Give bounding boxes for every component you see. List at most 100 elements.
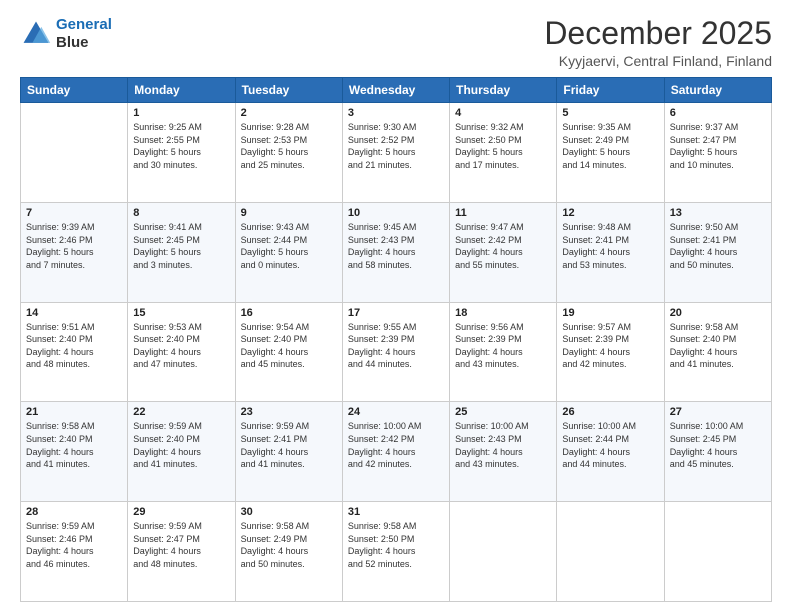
- calendar-cell: 26 Sunrise: 10:00 AM Sunset: 2:44 PM Dayl…: [557, 402, 664, 502]
- calendar-cell: 3 Sunrise: 9:30 AM Sunset: 2:52 PM Daylig…: [342, 103, 449, 203]
- calendar-cell: 18 Sunrise: 9:56 AM Sunset: 2:39 PM Dayli…: [450, 302, 557, 402]
- calendar-cell: 19Sunrise: 9:57 AM Sunset: 2:39 PM Dayli…: [557, 302, 664, 402]
- calendar-cell: 8 Sunrise: 9:41 AM Sunset: 2:45 PM Daylig…: [128, 202, 235, 302]
- weekday-header-cell: Sunday: [21, 78, 128, 103]
- calendar-cell: 29Sunrise: 9:59 AM Sunset: 2:47 PM Dayli…: [128, 502, 235, 602]
- calendar-cell: 20 Sunrise: 9:58 AM Sunset: 2:40 PM Dayli…: [664, 302, 771, 402]
- calendar-cell: 1 Sunrise: 9:25 AM Sunset: 2:55 PM Daylig…: [128, 103, 235, 203]
- calendar-cell: 21 Sunrise: 9:58 AM Sunset: 2:40 PM Dayli…: [21, 402, 128, 502]
- title-block: December 2025 Kyyjaervi, Central Finland…: [544, 16, 772, 69]
- weekday-header-cell: Monday: [128, 78, 235, 103]
- calendar-cell: 14 Sunrise: 9:51 AM Sunset: 2:40 PM Dayli…: [21, 302, 128, 402]
- day-info: Sunrise: 9:58 AM Sunset: 2:40 PM Dayligh…: [26, 420, 122, 470]
- day-number: 11: [455, 207, 551, 219]
- weekday-header-cell: Wednesday: [342, 78, 449, 103]
- day-info: Sunrise: 10:00 AM Sunset: 2:44 PM Daylig…: [562, 420, 658, 470]
- day-info: Sunrise: 9:48 AM Sunset: 2:41 PM Dayligh…: [562, 221, 658, 271]
- day-number: 23: [241, 406, 337, 418]
- day-info: Sunrise: 9:32 AM Sunset: 2:50 PM Dayligh…: [455, 121, 551, 171]
- calendar-cell: 25 Sunrise: 10:00 AM Sunset: 2:43 PM Dayl…: [450, 402, 557, 502]
- day-number: 24: [348, 406, 444, 418]
- calendar-cell: 22 Sunrise: 9:59 AM Sunset: 2:40 PM Dayli…: [128, 402, 235, 502]
- calendar-cell: 16 Sunrise: 9:54 AM Sunset: 2:40 PM Dayli…: [235, 302, 342, 402]
- calendar-cell: 27 Sunrise: 10:00 AM Sunset: 2:45 PM Dayl…: [664, 402, 771, 502]
- calendar-cell: 2 Sunrise: 9:28 AM Sunset: 2:53 PM Daylig…: [235, 103, 342, 203]
- calendar-cell: [664, 502, 771, 602]
- day-info: Sunrise: 9:25 AM Sunset: 2:55 PM Dayligh…: [133, 121, 229, 171]
- calendar-cell: [450, 502, 557, 602]
- day-number: 6: [670, 107, 766, 119]
- calendar-cell: 13Sunrise: 9:50 AM Sunset: 2:41 PM Dayli…: [664, 202, 771, 302]
- day-info: Sunrise: 9:45 AM Sunset: 2:43 PM Dayligh…: [348, 221, 444, 271]
- calendar-cell: 6Sunrise: 9:37 AM Sunset: 2:47 PM Daylig…: [664, 103, 771, 203]
- calendar-cell: 28Sunrise: 9:59 AM Sunset: 2:46 PM Dayli…: [21, 502, 128, 602]
- calendar: SundayMondayTuesdayWednesdayThursdayFrid…: [20, 77, 772, 602]
- day-number: 14: [26, 307, 122, 319]
- weekday-header-row: SundayMondayTuesdayWednesdayThursdayFrid…: [21, 78, 772, 103]
- day-info: Sunrise: 9:51 AM Sunset: 2:40 PM Dayligh…: [26, 321, 122, 371]
- calendar-cell: 12Sunrise: 9:48 AM Sunset: 2:41 PM Dayli…: [557, 202, 664, 302]
- calendar-week-row: 1 Sunrise: 9:25 AM Sunset: 2:55 PM Daylig…: [21, 103, 772, 203]
- calendar-cell: 23 Sunrise: 9:59 AM Sunset: 2:41 PM Dayli…: [235, 402, 342, 502]
- day-info: Sunrise: 9:30 AM Sunset: 2:52 PM Dayligh…: [348, 121, 444, 171]
- calendar-cell: 9Sunrise: 9:43 AM Sunset: 2:44 PM Daylig…: [235, 202, 342, 302]
- calendar-body: 1 Sunrise: 9:25 AM Sunset: 2:55 PM Daylig…: [21, 103, 772, 602]
- calendar-cell: 24 Sunrise: 10:00 AM Sunset: 2:42 PM Dayl…: [342, 402, 449, 502]
- day-number: 10: [348, 207, 444, 219]
- logo-text: General Blue: [56, 16, 112, 52]
- calendar-week-row: 28Sunrise: 9:59 AM Sunset: 2:46 PM Dayli…: [21, 502, 772, 602]
- page: General Blue December 2025 Kyyjaervi, Ce…: [0, 0, 792, 612]
- day-info: Sunrise: 9:59 AM Sunset: 2:41 PM Dayligh…: [241, 420, 337, 470]
- day-info: Sunrise: 9:58 AM Sunset: 2:50 PM Dayligh…: [348, 520, 444, 570]
- calendar-cell: 7Sunrise: 9:39 AM Sunset: 2:46 PM Daylig…: [21, 202, 128, 302]
- day-info: Sunrise: 9:58 AM Sunset: 2:40 PM Dayligh…: [670, 321, 766, 371]
- day-info: Sunrise: 10:00 AM Sunset: 2:42 PM Daylig…: [348, 420, 444, 470]
- day-number: 3: [348, 107, 444, 119]
- calendar-cell: 10 Sunrise: 9:45 AM Sunset: 2:43 PM Dayli…: [342, 202, 449, 302]
- day-number: 28: [26, 506, 122, 518]
- day-number: 16: [241, 307, 337, 319]
- day-number: 18: [455, 307, 551, 319]
- logo: General Blue: [20, 16, 112, 52]
- day-number: 20: [670, 307, 766, 319]
- day-info: Sunrise: 9:59 AM Sunset: 2:47 PM Dayligh…: [133, 520, 229, 570]
- calendar-cell: 30 Sunrise: 9:58 AM Sunset: 2:49 PM Dayli…: [235, 502, 342, 602]
- day-info: Sunrise: 9:39 AM Sunset: 2:46 PM Dayligh…: [26, 221, 122, 271]
- day-number: 17: [348, 307, 444, 319]
- day-info: Sunrise: 9:57 AM Sunset: 2:39 PM Dayligh…: [562, 321, 658, 371]
- calendar-week-row: 7Sunrise: 9:39 AM Sunset: 2:46 PM Daylig…: [21, 202, 772, 302]
- subtitle: Kyyjaervi, Central Finland, Finland: [544, 53, 772, 69]
- weekday-header-cell: Tuesday: [235, 78, 342, 103]
- day-info: Sunrise: 9:35 AM Sunset: 2:49 PM Dayligh…: [562, 121, 658, 171]
- day-info: Sunrise: 9:58 AM Sunset: 2:49 PM Dayligh…: [241, 520, 337, 570]
- logo-icon: [20, 18, 52, 50]
- day-info: Sunrise: 9:59 AM Sunset: 2:40 PM Dayligh…: [133, 420, 229, 470]
- day-number: 26: [562, 406, 658, 418]
- day-number: 5: [562, 107, 658, 119]
- calendar-cell: 11Sunrise: 9:47 AM Sunset: 2:42 PM Dayli…: [450, 202, 557, 302]
- day-info: Sunrise: 9:53 AM Sunset: 2:40 PM Dayligh…: [133, 321, 229, 371]
- day-number: 30: [241, 506, 337, 518]
- day-info: Sunrise: 9:41 AM Sunset: 2:45 PM Dayligh…: [133, 221, 229, 271]
- main-title: December 2025: [544, 16, 772, 51]
- day-number: 13: [670, 207, 766, 219]
- day-number: 1: [133, 107, 229, 119]
- day-number: 22: [133, 406, 229, 418]
- day-number: 4: [455, 107, 551, 119]
- day-info: Sunrise: 10:00 AM Sunset: 2:45 PM Daylig…: [670, 420, 766, 470]
- day-number: 27: [670, 406, 766, 418]
- day-number: 2: [241, 107, 337, 119]
- calendar-cell: [21, 103, 128, 203]
- day-info: Sunrise: 9:54 AM Sunset: 2:40 PM Dayligh…: [241, 321, 337, 371]
- weekday-header-cell: Thursday: [450, 78, 557, 103]
- weekday-header-cell: Saturday: [664, 78, 771, 103]
- weekday-header-cell: Friday: [557, 78, 664, 103]
- header: General Blue December 2025 Kyyjaervi, Ce…: [20, 16, 772, 69]
- day-info: Sunrise: 9:56 AM Sunset: 2:39 PM Dayligh…: [455, 321, 551, 371]
- day-info: Sunrise: 9:28 AM Sunset: 2:53 PM Dayligh…: [241, 121, 337, 171]
- day-number: 25: [455, 406, 551, 418]
- calendar-cell: 15Sunrise: 9:53 AM Sunset: 2:40 PM Dayli…: [128, 302, 235, 402]
- day-info: Sunrise: 10:00 AM Sunset: 2:43 PM Daylig…: [455, 420, 551, 470]
- day-number: 8: [133, 207, 229, 219]
- day-number: 21: [26, 406, 122, 418]
